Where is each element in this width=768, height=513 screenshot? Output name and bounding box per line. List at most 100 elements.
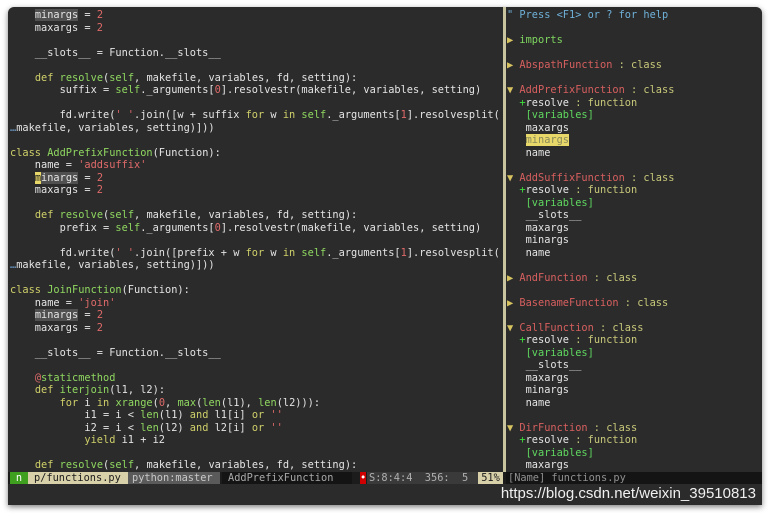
tagbar-line[interactable]: maxargs (507, 372, 762, 385)
code-token: 2 (96, 321, 103, 334)
tagbar-token: : class (618, 296, 669, 309)
code-line[interactable]: __slots__ = Function.__slots__ (10, 347, 503, 360)
code-line[interactable]: maxargs = 2 (10, 22, 503, 35)
code-token: yield (84, 434, 116, 446)
code-line[interactable]: def resolve(self, makefile, variables, f… (10, 459, 503, 472)
code-line[interactable]: …makefile, variables, setting)])) (10, 259, 503, 272)
tagbar-line[interactable]: name (507, 147, 762, 160)
tagbar-line[interactable]: name (507, 397, 762, 410)
code-line[interactable]: @staticmethod (10, 372, 503, 385)
code-line[interactable]: def resolve(self, makefile, variables, f… (10, 209, 503, 222)
tagbar-line[interactable] (507, 159, 762, 172)
code-line[interactable]: name = 'addsuffix' (10, 159, 503, 172)
code-line[interactable] (10, 359, 503, 372)
code-line[interactable]: __slots__ = Function.__slots__ (10, 47, 503, 60)
code-token: class (10, 146, 48, 159)
code-line[interactable]: class AddPrefixFunction(Function): (10, 147, 503, 160)
code-token: def (34, 459, 60, 471)
code-token: resolve (59, 71, 104, 84)
code-line[interactable]: def iterjoin(l1, l2): (10, 384, 503, 397)
tagbar-token: maxargs (507, 221, 569, 234)
tagbar-line[interactable]: +resolve : function (507, 97, 762, 110)
code-line[interactable]: prefix = self._arguments[0].resolvestr(m… (10, 222, 503, 235)
code-line[interactable]: minargs = 2 (10, 9, 503, 22)
tagbar-line[interactable]: [variables] (507, 447, 762, 460)
code-line[interactable] (10, 134, 503, 147)
tagbar-line[interactable] (507, 72, 762, 85)
code-token: w (264, 246, 283, 259)
tagbar-line[interactable]: name (507, 247, 762, 260)
tagbar-line[interactable] (507, 22, 762, 35)
tagbar-line[interactable]: minargs (507, 384, 762, 397)
code-line[interactable]: i2 = i < len(l2) and l2[i] or '' (10, 422, 503, 435)
code-line[interactable] (10, 234, 503, 247)
code-line[interactable]: for i in xrange(0, max(len(l1), len(l2))… (10, 397, 503, 410)
tagbar-token: : class (624, 171, 675, 184)
tagbar-line[interactable]: " Press <F1> or ? for help (507, 9, 762, 22)
tagbar-line[interactable]: maxargs (507, 222, 762, 235)
tagbar-line[interactable]: ▼ AddPrefixFunction : class (507, 84, 762, 97)
tagbar-line[interactable]: ▼ AddSuffixFunction : class (507, 172, 762, 185)
code-token: prefix = (10, 221, 116, 234)
code-token: i1 = i < (10, 409, 141, 421)
code-line[interactable] (10, 447, 503, 460)
code-token: l2[i] (208, 421, 252, 434)
code-token: max (177, 396, 197, 409)
tagbar-token: CallFunction (519, 321, 594, 334)
code-line[interactable]: minargs = 2 (10, 171, 503, 185)
code-line[interactable]: maxargs = 2 (10, 184, 503, 197)
tagbar-line[interactable]: ▶ AndFunction : class (507, 272, 762, 285)
code-line[interactable]: yield i1 + i2 (10, 434, 503, 447)
code-line[interactable]: i1 = i < len(l1) and l1[i] or '' (10, 409, 503, 422)
code-line[interactable] (10, 97, 503, 110)
tagbar-status: [Name] functions.py (506, 472, 762, 484)
tagbar-line[interactable]: maxargs (507, 122, 762, 135)
code-token: i1 + i2 (115, 434, 166, 446)
tagbar-line[interactable]: [variables] (507, 109, 762, 122)
code-line[interactable]: suffix = self._arguments[0].resolvestr(m… (10, 84, 503, 97)
tagbar-line[interactable]: __slots__ (507, 209, 762, 222)
split-separator[interactable] (503, 7, 506, 472)
tagbar-token: AddPrefixFunction (519, 84, 625, 96)
code-line[interactable]: def resolve(self, makefile, variables, f… (10, 72, 503, 85)
tagbar-line[interactable] (507, 309, 762, 322)
code-line[interactable] (10, 272, 503, 285)
tagbar-line[interactable]: maxargs (507, 459, 762, 472)
tagbar-line[interactable]: +resolve : function (507, 334, 762, 347)
tagbar-token: minargs (507, 234, 569, 246)
code-line[interactable]: fd.write(' '.join([prefix + w for w in s… (10, 247, 503, 260)
tagbar-line[interactable]: ▶ BasenameFunction : class (507, 297, 762, 310)
code-line[interactable]: minargs = 2 (10, 309, 503, 322)
code-line[interactable] (10, 59, 503, 72)
tagbar-line[interactable]: __slots__ (507, 359, 762, 372)
file-name: p/functions.py (28, 472, 128, 484)
code-line[interactable]: class JoinFunction(Function): (10, 284, 503, 297)
tagbar-line[interactable] (507, 47, 762, 60)
code-line[interactable]: …makefile, variables, setting)])) (10, 122, 503, 135)
tagbar-line[interactable] (507, 259, 762, 272)
tagbar-line[interactable] (507, 284, 762, 297)
tagbar-line[interactable] (507, 409, 762, 422)
tagbar-line[interactable]: [variables] (507, 347, 762, 360)
tagbar-line[interactable]: ▼ DirFunction : class (507, 422, 762, 435)
tagbar-line[interactable]: minargs (507, 134, 762, 147)
tagbar-panel[interactable]: " Press <F1> or ? for help ▶ imports ▶ Abs… (507, 9, 762, 472)
tagbar-line[interactable]: +resolve : function (507, 434, 762, 447)
tagbar-line[interactable]: +resolve : function (507, 184, 762, 197)
tagbar-line[interactable]: minargs (507, 234, 762, 247)
tagbar-token: ▼ (507, 321, 520, 334)
code-line[interactable] (10, 334, 503, 347)
tagbar-line[interactable]: ▶ imports (507, 34, 762, 47)
cursor-position: S:8:4:4 356: 5 (367, 472, 478, 484)
tagbar-line[interactable]: ▶ AbspathFunction : class (507, 59, 762, 72)
code-line[interactable] (10, 197, 503, 210)
code-line[interactable]: maxargs = 2 (10, 322, 503, 335)
tagbar-line[interactable]: [variables] (507, 197, 762, 210)
code-line[interactable] (10, 34, 503, 47)
code-line[interactable]: name = 'join' (10, 297, 503, 310)
code-line[interactable]: fd.write(' '.join([w + suffix for w in s… (10, 109, 503, 122)
code-editor[interactable]: minargs = 2 maxargs = 2 __slots__ = Func… (10, 9, 503, 472)
tagbar-line[interactable]: ▼ CallFunction : class (507, 322, 762, 335)
